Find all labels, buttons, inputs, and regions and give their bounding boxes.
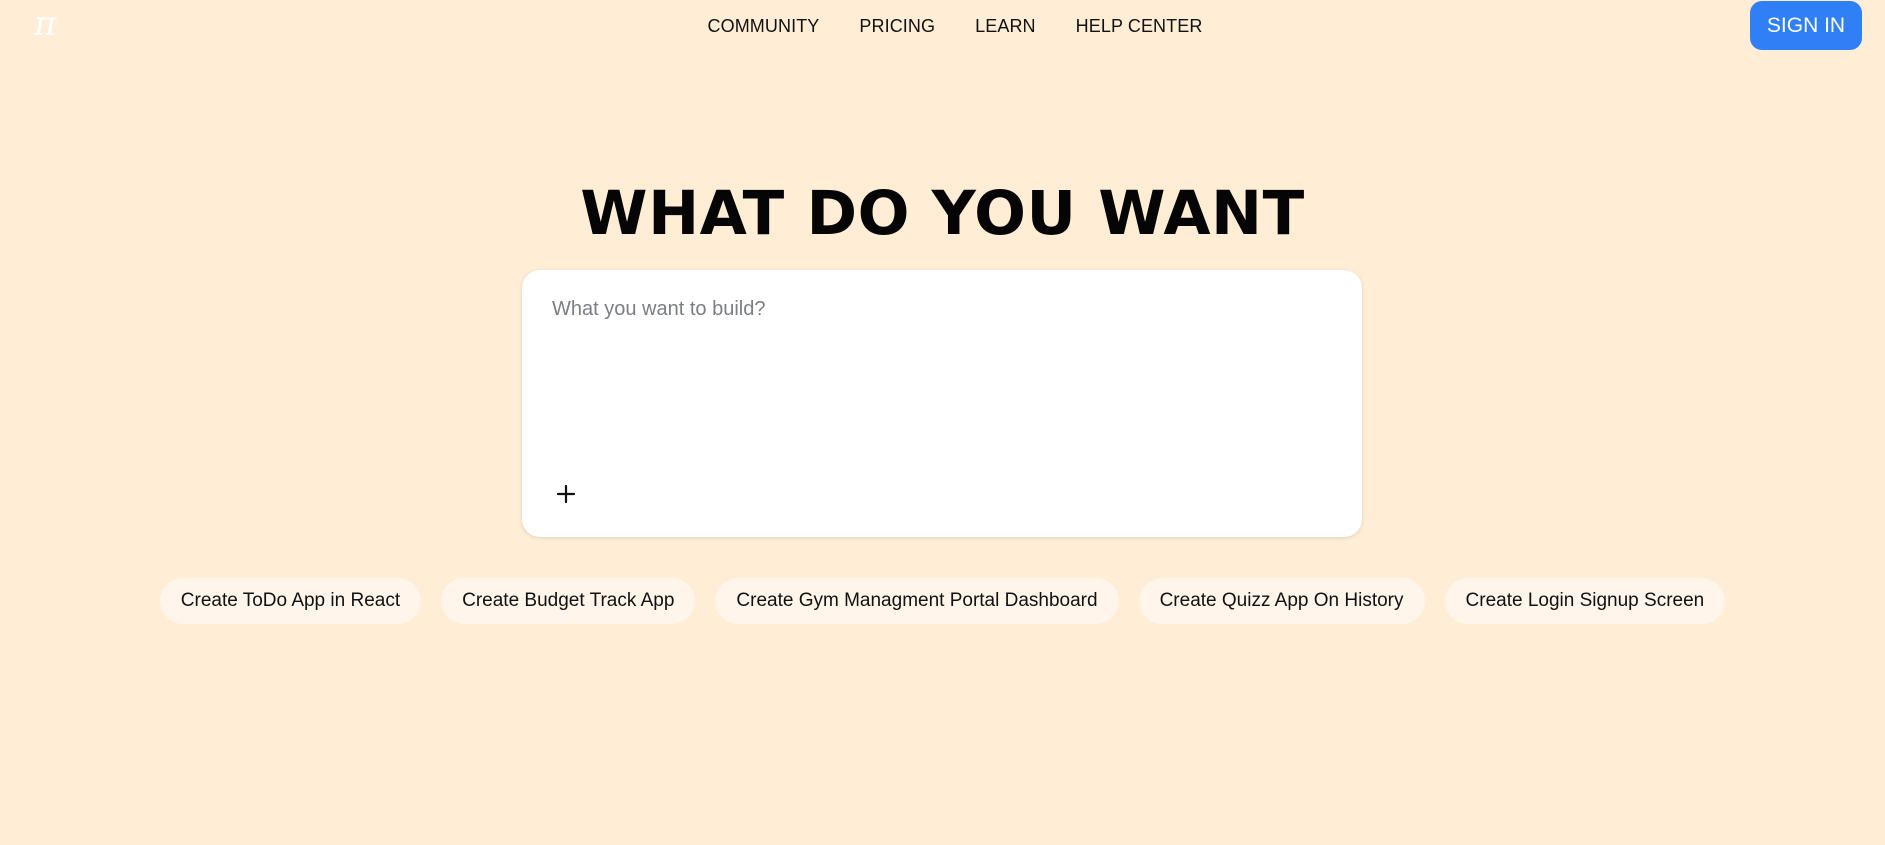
sign-in-button[interactable]: SIGN IN xyxy=(1750,1,1862,50)
prompt-card xyxy=(522,270,1362,537)
plus-icon xyxy=(556,484,576,504)
top-nav: COMMUNITY PRICING LEARN HELP CENTER xyxy=(0,0,1885,52)
add-attachment-button[interactable] xyxy=(550,478,582,510)
nav-item-pricing[interactable]: PRICING xyxy=(859,16,935,37)
suggestion-chip-login-signup[interactable]: Create Login Signup Screen xyxy=(1444,578,1726,624)
suggestion-chip-budget-app[interactable]: Create Budget Track App xyxy=(441,578,696,624)
nav-item-help-center[interactable]: HELP CENTER xyxy=(1076,16,1203,37)
nav-item-learn[interactable]: LEARN xyxy=(975,16,1036,37)
page-title: WHAT DO YOU WANT xyxy=(580,178,1305,249)
suggestion-chip-quiz-app[interactable]: Create Quizz App On History xyxy=(1138,578,1425,624)
build-prompt-input[interactable] xyxy=(552,298,1332,448)
suggestion-chip-todo-app[interactable]: Create ToDo App in React xyxy=(159,578,422,624)
suggestion-chip-gym-dashboard[interactable]: Create Gym Managment Portal Dashboard xyxy=(715,578,1119,624)
suggestion-list: Create ToDo App in React Create Budget T… xyxy=(0,578,1885,624)
nav-item-community[interactable]: COMMUNITY xyxy=(708,16,820,37)
